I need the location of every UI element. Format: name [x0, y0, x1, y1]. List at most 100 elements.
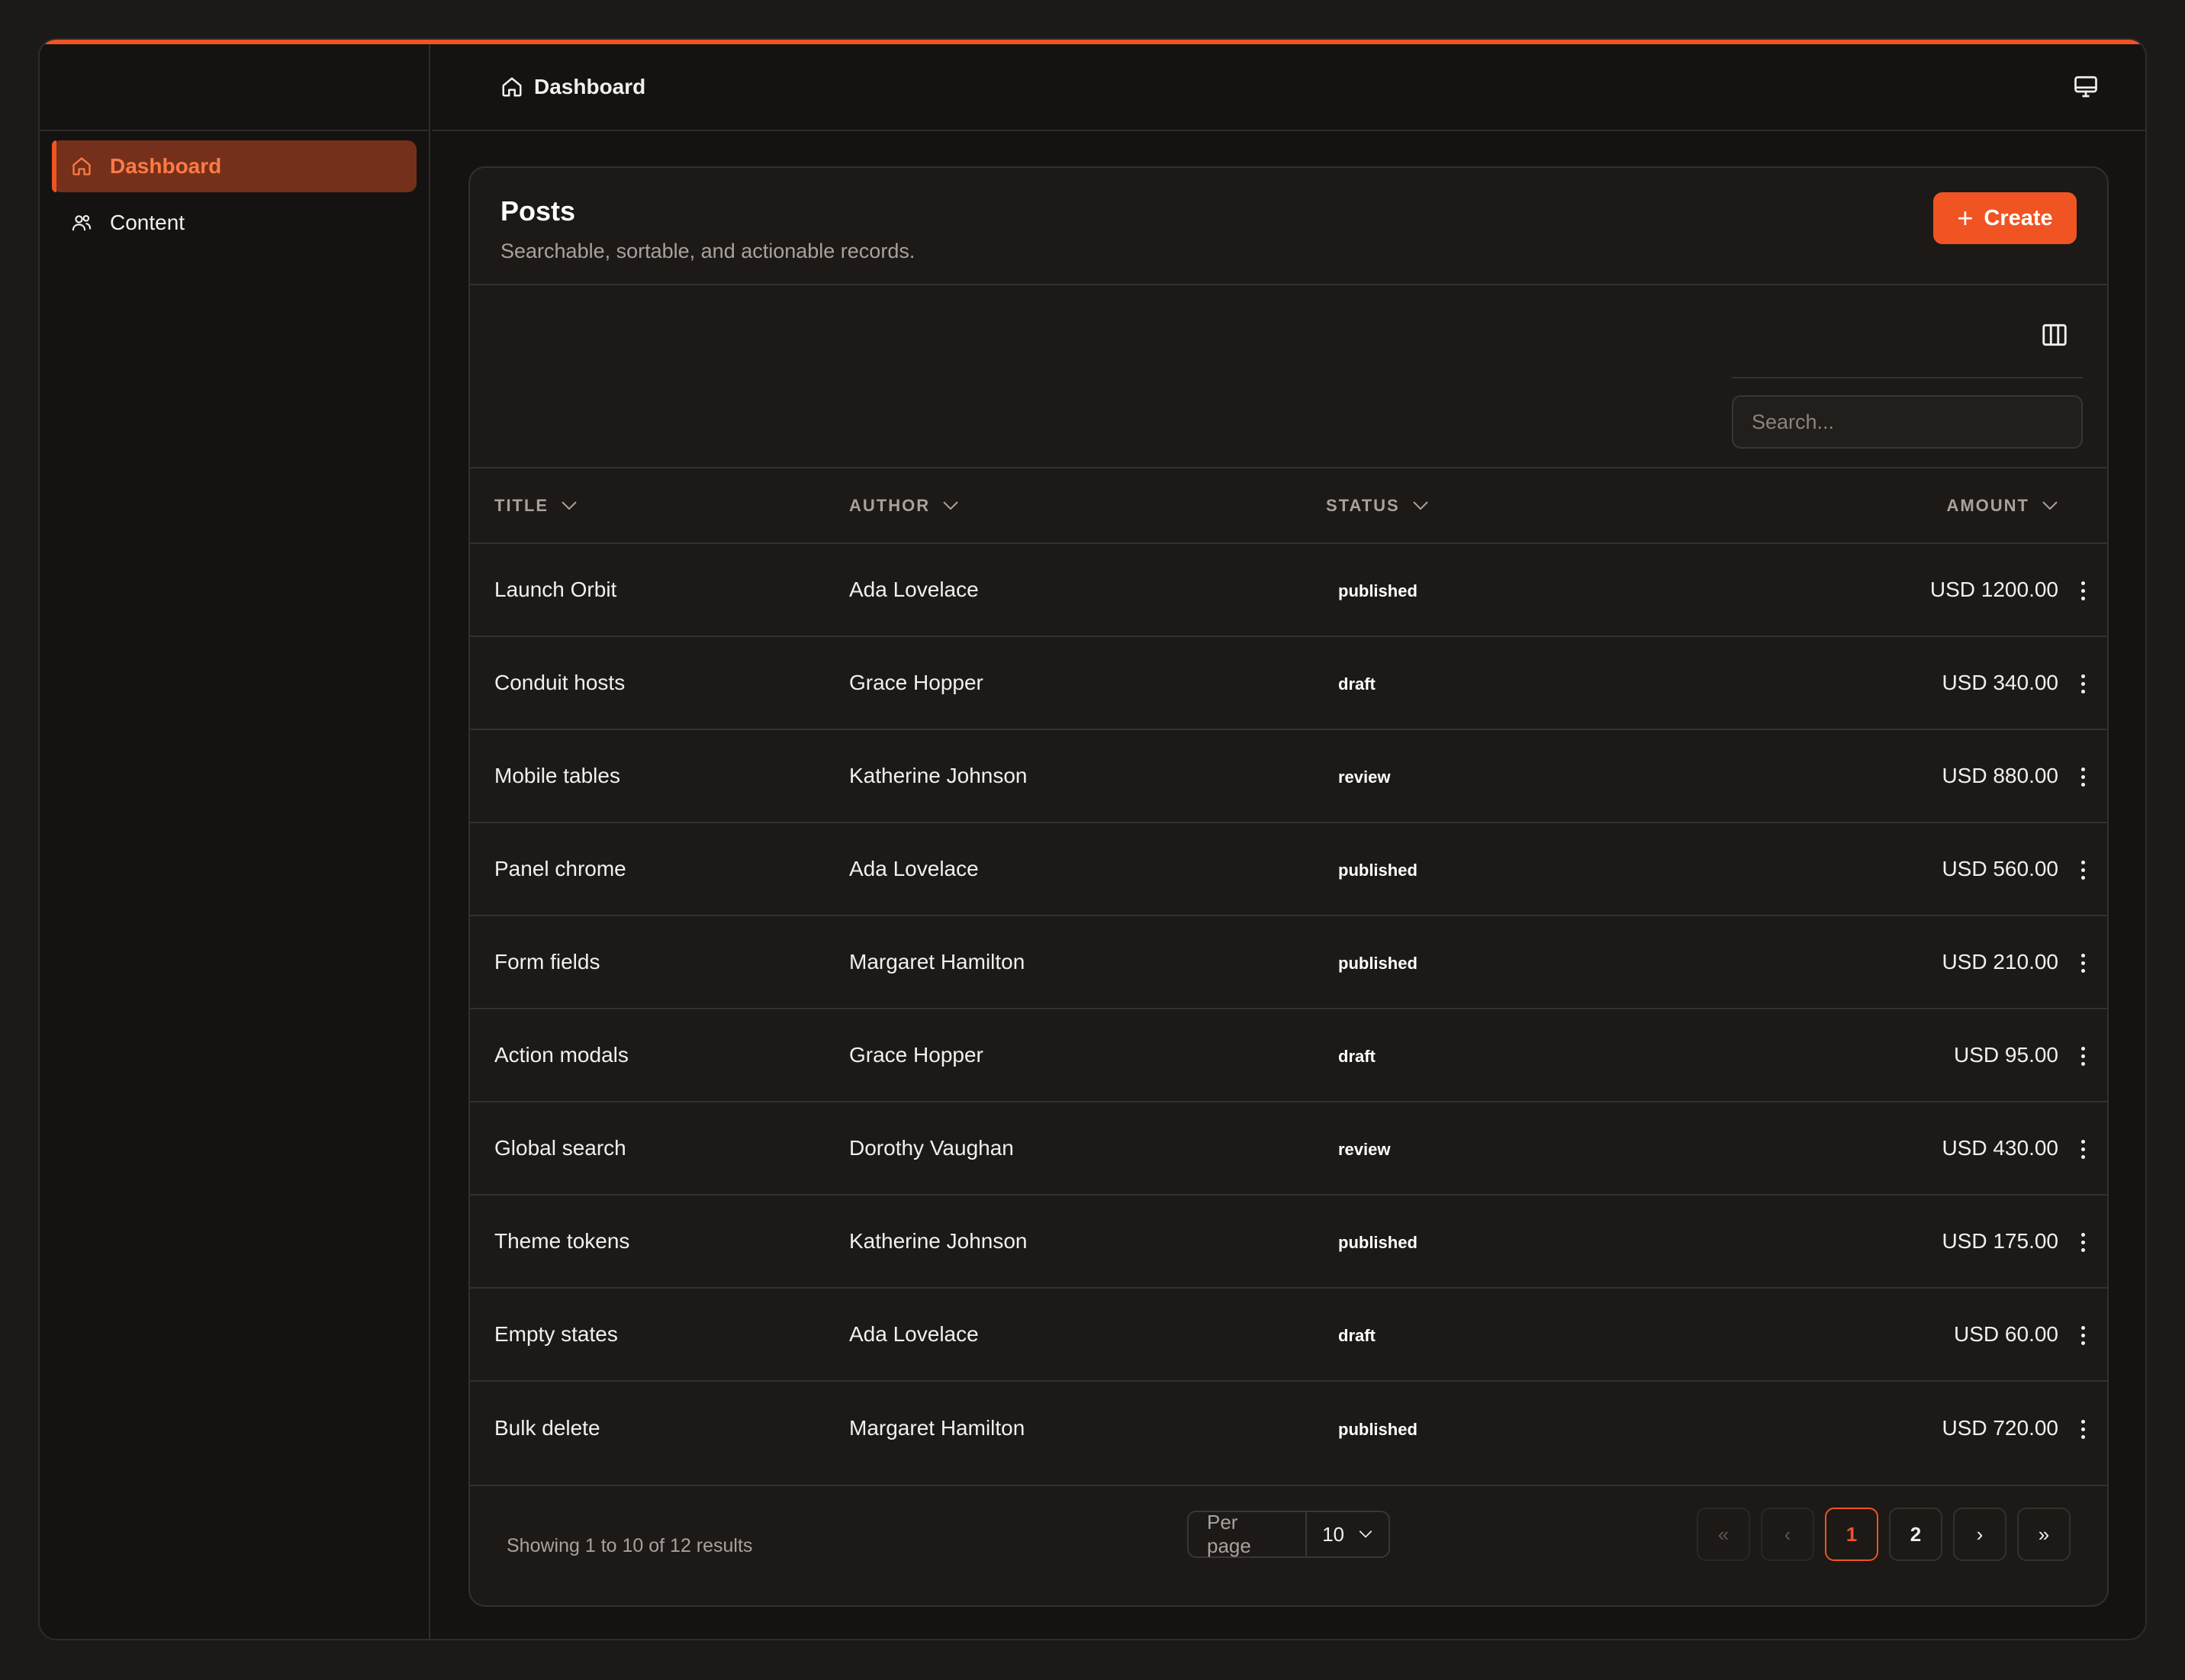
- cell-title: Launch Orbit: [494, 578, 617, 601]
- table-row[interactable]: Conduit hosts Grace Hopper draft USD 340.00: [470, 636, 2107, 729]
- cell-amount: USD 95.00: [1954, 1043, 2058, 1067]
- cell-status: review: [1326, 1102, 1707, 1195]
- cell-author: Grace Hopper: [849, 1043, 983, 1067]
- table-row[interactable]: Global search Dorothy Vaughan review USD 43…: [470, 1102, 2107, 1195]
- per-page-select[interactable]: Per page 10: [1187, 1511, 1390, 1558]
- status-badge: draft: [1338, 1047, 1376, 1066]
- column-header-label: AUTHOR: [849, 495, 931, 515]
- cell-title: Mobile tables: [494, 764, 620, 787]
- cell-title: Form fields: [494, 950, 600, 974]
- cell-title: Bulk delete: [494, 1415, 600, 1440]
- status-badge: review: [1338, 768, 1391, 787]
- row-actions-icon[interactable]: [2080, 1419, 2085, 1439]
- row-actions-icon[interactable]: [2080, 1140, 2085, 1160]
- next-page-button[interactable]: ›: [1953, 1508, 2006, 1561]
- cell-title: Theme tokens: [494, 1229, 630, 1253]
- first-page-button[interactable]: «: [1697, 1508, 1750, 1561]
- posts-card: Posts Searchable, sortable, and actionab…: [468, 166, 2109, 1607]
- page-title: Posts: [500, 195, 576, 227]
- column-header-title[interactable]: TITLE: [470, 468, 849, 543]
- column-header-author[interactable]: AUTHOR: [849, 468, 1326, 543]
- cell-status: published: [1326, 543, 1707, 636]
- chevron-down-icon: [1358, 1530, 1373, 1539]
- cell-author: Ada Lovelace: [849, 1322, 979, 1346]
- cell-status: review: [1326, 729, 1707, 822]
- row-actions-icon[interactable]: [2080, 954, 2085, 974]
- per-page-value-wrap[interactable]: 10: [1307, 1523, 1389, 1546]
- cell-title: Action modals: [494, 1043, 629, 1067]
- create-button[interactable]: + Create: [1933, 192, 2077, 244]
- column-header-amount[interactable]: AMOUNT: [1707, 468, 2058, 543]
- sidebar-item-label: Content: [110, 211, 185, 234]
- table-row[interactable]: Form fields Margaret Hamilton published USD…: [470, 916, 2107, 1009]
- toolbar-divider: [1732, 377, 2083, 378]
- page-2-button[interactable]: 2: [1889, 1508, 1942, 1561]
- cell-status: published: [1326, 1381, 1707, 1474]
- cell-author: Dorothy Vaughan: [849, 1136, 1014, 1160]
- column-header-label: STATUS: [1326, 495, 1400, 515]
- sidebar: Dashboard Content: [40, 44, 430, 1639]
- cell-amount: USD 720.00: [1942, 1415, 2058, 1440]
- page-1-button[interactable]: 1: [1825, 1508, 1878, 1561]
- breadcrumb[interactable]: Dashboard: [500, 75, 645, 99]
- cell-actions: [2058, 1009, 2107, 1102]
- table-row[interactable]: Panel chrome Ada Lovelace published USD 560…: [470, 822, 2107, 916]
- cell-author: Katherine Johnson: [849, 764, 1028, 787]
- search-input[interactable]: [1732, 395, 2083, 449]
- sidebar-header: [40, 44, 429, 131]
- cell-status: draft: [1326, 636, 1707, 729]
- table-row[interactable]: Bulk delete Margaret Hamilton published USD…: [470, 1381, 2107, 1474]
- last-page-button[interactable]: »: [2017, 1508, 2071, 1561]
- status-badge: published: [1338, 1233, 1418, 1252]
- prev-page-button[interactable]: ‹: [1761, 1508, 1814, 1561]
- column-header-actions: [2058, 468, 2107, 543]
- cell-amount: USD 1200.00: [1929, 578, 2058, 601]
- app-frame: Dashboard Content Dashboard Posts Search…: [38, 38, 2147, 1640]
- cell-actions: [2058, 543, 2107, 636]
- table-row[interactable]: Theme tokens Katherine Johnson published US…: [470, 1195, 2107, 1288]
- page-subtitle: Searchable, sortable, and actionable rec…: [500, 240, 916, 262]
- status-badge: review: [1338, 1140, 1391, 1159]
- cell-author: Katherine Johnson: [849, 1229, 1028, 1253]
- row-actions-icon[interactable]: [2080, 674, 2085, 694]
- cell-actions: [2058, 916, 2107, 1009]
- cell-status: published: [1326, 822, 1707, 916]
- cell-amount: USD 340.00: [1942, 671, 2058, 694]
- table-header-row: TITLE AUTHOR STATUS AMOUNT: [470, 468, 2107, 543]
- cell-amount: USD 560.00: [1942, 857, 2058, 880]
- chevron-down-icon: [1412, 500, 1429, 511]
- cell-amount: USD 430.00: [1942, 1136, 2058, 1160]
- sidebar-item-content[interactable]: Content: [52, 197, 417, 249]
- sidebar-item-label: Dashboard: [110, 154, 222, 178]
- cell-amount: USD 60.00: [1954, 1322, 2058, 1346]
- cell-status: published: [1326, 1195, 1707, 1288]
- table-toolbar: [470, 285, 2107, 468]
- cell-actions: [2058, 822, 2107, 916]
- row-actions-icon[interactable]: [2080, 1047, 2085, 1067]
- per-page-label: Per page: [1189, 1511, 1308, 1557]
- chevron-down-icon: [942, 500, 959, 511]
- table-row[interactable]: Empty states Ada Lovelace draft USD 60.00: [470, 1288, 2107, 1381]
- column-header-status[interactable]: STATUS: [1326, 468, 1707, 543]
- row-actions-icon[interactable]: [2080, 581, 2085, 601]
- table-row[interactable]: Mobile tables Katherine Johnson review USD …: [470, 729, 2107, 822]
- cell-actions: [2058, 729, 2107, 822]
- status-badge: draft: [1338, 674, 1376, 694]
- users-icon: [70, 211, 93, 234]
- columns-icon[interactable]: [2040, 320, 2071, 351]
- table-row[interactable]: Launch Orbit Ada Lovelace published USD 120…: [470, 543, 2107, 636]
- status-badge: published: [1338, 954, 1418, 973]
- cell-actions: [2058, 1102, 2107, 1195]
- top-bar: Dashboard: [432, 44, 2145, 131]
- plus-icon: +: [1957, 202, 1974, 233]
- row-actions-icon[interactable]: [2080, 1233, 2085, 1253]
- row-actions-icon[interactable]: [2080, 768, 2085, 787]
- table-row[interactable]: Action modals Grace Hopper draft USD 95.00: [470, 1009, 2107, 1102]
- row-actions-icon[interactable]: [2080, 1326, 2085, 1346]
- cell-amount: USD 210.00: [1942, 950, 2058, 974]
- monitor-icon[interactable]: [2072, 73, 2100, 101]
- cell-amount: USD 880.00: [1942, 764, 2058, 787]
- row-actions-icon[interactable]: [2080, 861, 2085, 880]
- create-button-label: Create: [1984, 205, 2053, 230]
- sidebar-item-dashboard[interactable]: Dashboard: [52, 140, 417, 192]
